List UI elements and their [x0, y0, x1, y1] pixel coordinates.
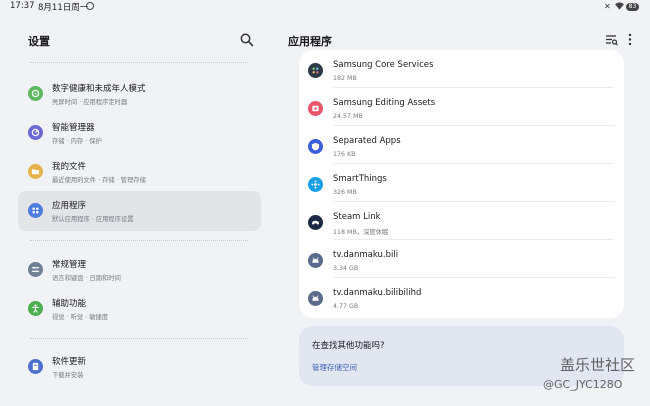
folder-icon — [28, 164, 43, 179]
settings-item-general-management[interactable]: 常规管理 语言和键盘 · 日期和时间 — [18, 250, 261, 290]
mute-icon: ✕ — [604, 2, 611, 11]
filter-sort-icon[interactable] — [605, 33, 618, 46]
software-update-icon — [28, 359, 43, 374]
page-title: 设置 — [28, 35, 50, 48]
search-icon[interactable] — [240, 33, 254, 47]
settings-item-title: 我的文件 — [52, 162, 87, 172]
more-options-icon[interactable] — [628, 33, 632, 46]
settings-item-title: 数字健康和未成年人模式 — [52, 84, 146, 94]
settings-item-title: 智能管理器 — [52, 123, 95, 133]
app-row-smartthings[interactable]: SmartThings 326 MB — [299, 164, 624, 202]
general-management-icon — [28, 262, 43, 277]
status-bar: 17:37 8月11日周一 ✕ 83 — [0, 0, 650, 16]
settings-item-subtitle: 视觉 · 听觉 · 敏捷度 — [52, 314, 109, 321]
android-app-icon — [308, 253, 323, 268]
app-size: 182 MB — [333, 75, 357, 82]
section-divider — [30, 338, 248, 339]
settings-item-device-care[interactable]: 智能管理器 存储 · 内存 · 保护 — [18, 113, 261, 153]
app-row-steam-link[interactable]: Steam Link 118 MB，深度休眠 — [299, 202, 624, 240]
smartthings-icon — [308, 177, 323, 192]
app-size: 4.77 GB — [333, 303, 359, 310]
app-row-separated-apps[interactable]: Separated Apps 176 KB — [299, 126, 624, 164]
android-app-icon — [308, 291, 323, 306]
settings-item-subtitle: 存储 · 内存 · 保护 — [52, 138, 102, 145]
wifi-icon — [615, 2, 624, 10]
editing-assets-icon — [308, 101, 323, 116]
status-time: 17:37 — [10, 1, 35, 11]
app-row-samsung-editing-assets[interactable]: Samsung Editing Assets 24.57 MB — [299, 88, 624, 126]
app-row-samsung-core-services[interactable]: Samsung Core Services 182 MB — [299, 50, 624, 88]
app-size: 326 MB — [333, 189, 357, 196]
settings-item-title: 软件更新 — [52, 357, 87, 367]
accessibility-icon — [28, 301, 43, 316]
app-name: Samsung Core Services — [333, 60, 434, 70]
app-name: Steam Link — [333, 212, 381, 222]
app-size: 176 KB — [333, 151, 356, 158]
apps-icon — [28, 203, 43, 218]
status-date: 8月11日周一 — [38, 3, 89, 13]
separated-apps-icon — [308, 139, 323, 154]
settings-item-software-update[interactable]: 软件更新 下载并安装 — [18, 347, 261, 387]
settings-item-subtitle: 亮屏时间 · 应用程序定时器 — [52, 99, 128, 106]
settings-item-title: 应用程序 — [52, 201, 87, 211]
app-row-tv-danmaku-bilibilihd[interactable]: tv.danmaku.bilibilihd 4.77 GB — [299, 278, 624, 316]
section-divider — [30, 240, 248, 241]
settings-item-title: 辅助功能 — [52, 299, 87, 309]
app-name: tv.danmaku.bilibilihd — [333, 288, 422, 298]
section-divider — [30, 62, 248, 63]
apps-page-title: 应用程序 — [288, 35, 332, 48]
app-size: 24.57 MB — [333, 113, 363, 120]
app-list: Samsung Core Services 182 MB Samsung Edi… — [299, 50, 624, 318]
settings-item-accessibility[interactable]: 辅助功能 视觉 · 听觉 · 敏捷度 — [18, 289, 261, 329]
settings-item-my-files[interactable]: 我的文件 最近使用的文件 · 存储 · 管理存储 — [18, 152, 261, 192]
app-name: SmartThings — [333, 174, 387, 184]
manage-storage-link[interactable]: 管理存储空间 — [312, 362, 357, 373]
app-size: 3.34 GB — [333, 265, 359, 272]
battery-indicator: 83 — [626, 3, 639, 11]
device-care-icon — [28, 125, 43, 140]
app-name: tv.danmaku.bili — [333, 250, 399, 260]
settings-item-subtitle: 语言和键盘 · 日期和时间 — [52, 275, 121, 282]
digital-wellbeing-icon — [28, 86, 43, 101]
settings-item-subtitle: 最近使用的文件 · 存储 · 管理存储 — [52, 177, 146, 184]
settings-item-title: 常规管理 — [52, 260, 87, 270]
sync-icon — [86, 2, 94, 10]
settings-item-subtitle: 默认应用程序 · 应用程序设置 — [52, 216, 134, 223]
settings-item-apps[interactable]: 应用程序 默认应用程序 · 应用程序设置 — [18, 191, 261, 231]
settings-item-subtitle: 下载并安装 — [52, 372, 84, 379]
suggestion-question: 在查找其他功能吗? — [312, 341, 385, 351]
app-name: Separated Apps — [333, 136, 401, 146]
watermark-text: 盖乐世社区 — [560, 356, 636, 374]
settings-item-digital-wellbeing[interactable]: 数字健康和未成年人模式 亮屏时间 · 应用程序定时器 — [18, 74, 261, 114]
watermark-handle: @GC_JYC128O — [543, 378, 623, 391]
app-name: Samsung Editing Assets — [333, 98, 436, 108]
app-row-tv-danmaku-bili[interactable]: tv.danmaku.bili 3.34 GB — [299, 240, 624, 278]
samsung-core-services-icon — [308, 63, 323, 78]
app-size: 118 MB，深度休眠 — [333, 229, 389, 236]
steam-link-icon — [308, 215, 323, 230]
